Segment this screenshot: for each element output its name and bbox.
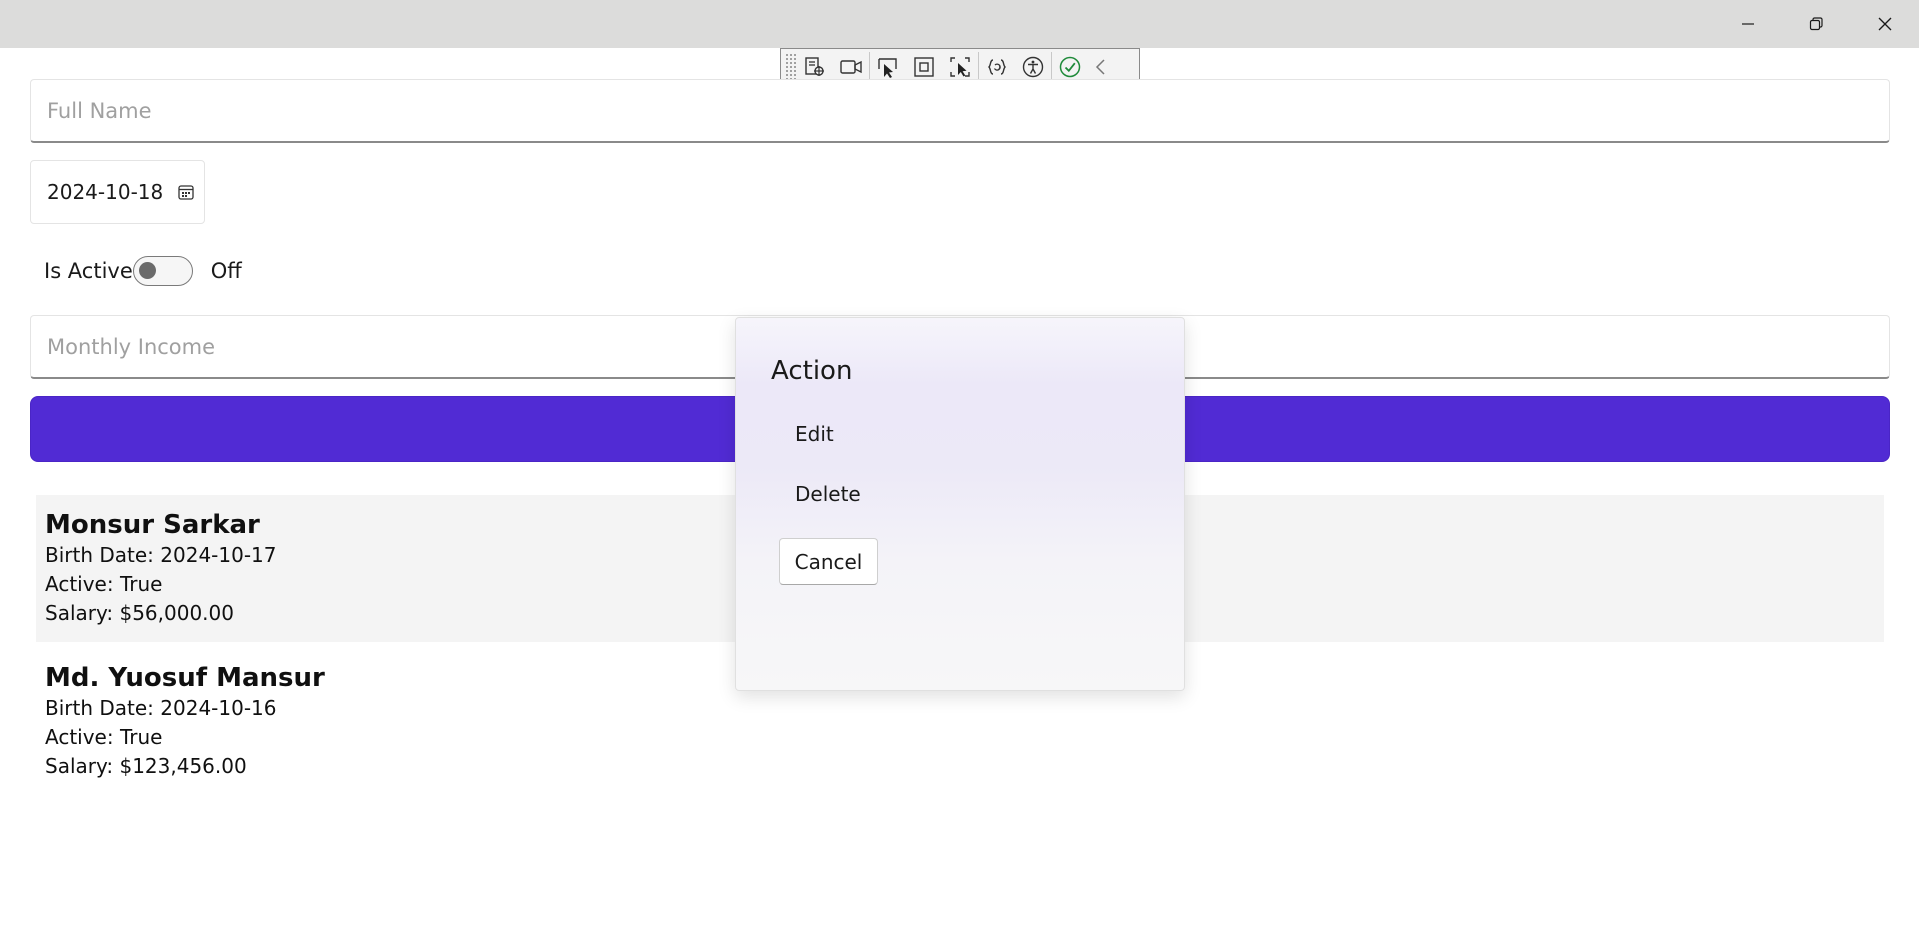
toolbar-grip[interactable] — [785, 52, 797, 81]
accessibility-icon — [1022, 56, 1044, 77]
full-name-placeholder: Full Name — [47, 98, 152, 123]
is-active-label: Is Active — [44, 259, 133, 283]
full-name-input[interactable]: Full Name — [30, 79, 1890, 143]
restore-button[interactable] — [1782, 0, 1850, 48]
is-active-state: Off — [210, 259, 242, 283]
close-button[interactable] — [1851, 0, 1919, 48]
minimize-button[interactable] — [1714, 0, 1782, 48]
birth-date-value: 2024-10-18 — [47, 180, 164, 204]
window-title-bar — [0, 0, 1919, 48]
close-icon — [1878, 17, 1892, 31]
live-visual-tree-icon — [805, 56, 824, 76]
check-icon — [1059, 56, 1081, 77]
record-video-icon — [840, 59, 862, 74]
is-active-row: Is Active Off — [44, 256, 242, 286]
collapse-chevron-icon — [1095, 58, 1105, 75]
dialog-title: Action — [771, 356, 853, 386]
birth-date-picker[interactable]: 2024-10-18 — [30, 160, 205, 224]
record-active: Active: True — [45, 725, 163, 749]
action-sheet-dialog: Action Edit Delete Cancel — [735, 317, 1185, 691]
select-element-icon — [878, 57, 897, 78]
display-layout-adorners-icon — [914, 56, 934, 77]
edit-action[interactable]: Edit — [795, 422, 834, 446]
record-salary: Salary: $123,456.00 — [45, 754, 247, 778]
hot-reload-icon — [988, 58, 1006, 75]
track-focus-icon — [950, 56, 970, 77]
delete-action[interactable]: Delete — [795, 482, 861, 506]
minimize-icon — [1742, 23, 1754, 25]
switch-knob — [138, 262, 156, 279]
monthly-income-placeholder: Monthly Income — [47, 334, 216, 359]
calendar-icon — [178, 185, 194, 200]
cancel-button[interactable]: Cancel — [779, 538, 878, 585]
is-active-switch[interactable] — [132, 256, 193, 286]
record-birth-date: Birth Date: 2024-10-16 — [45, 696, 277, 720]
restore-icon — [1809, 17, 1823, 31]
